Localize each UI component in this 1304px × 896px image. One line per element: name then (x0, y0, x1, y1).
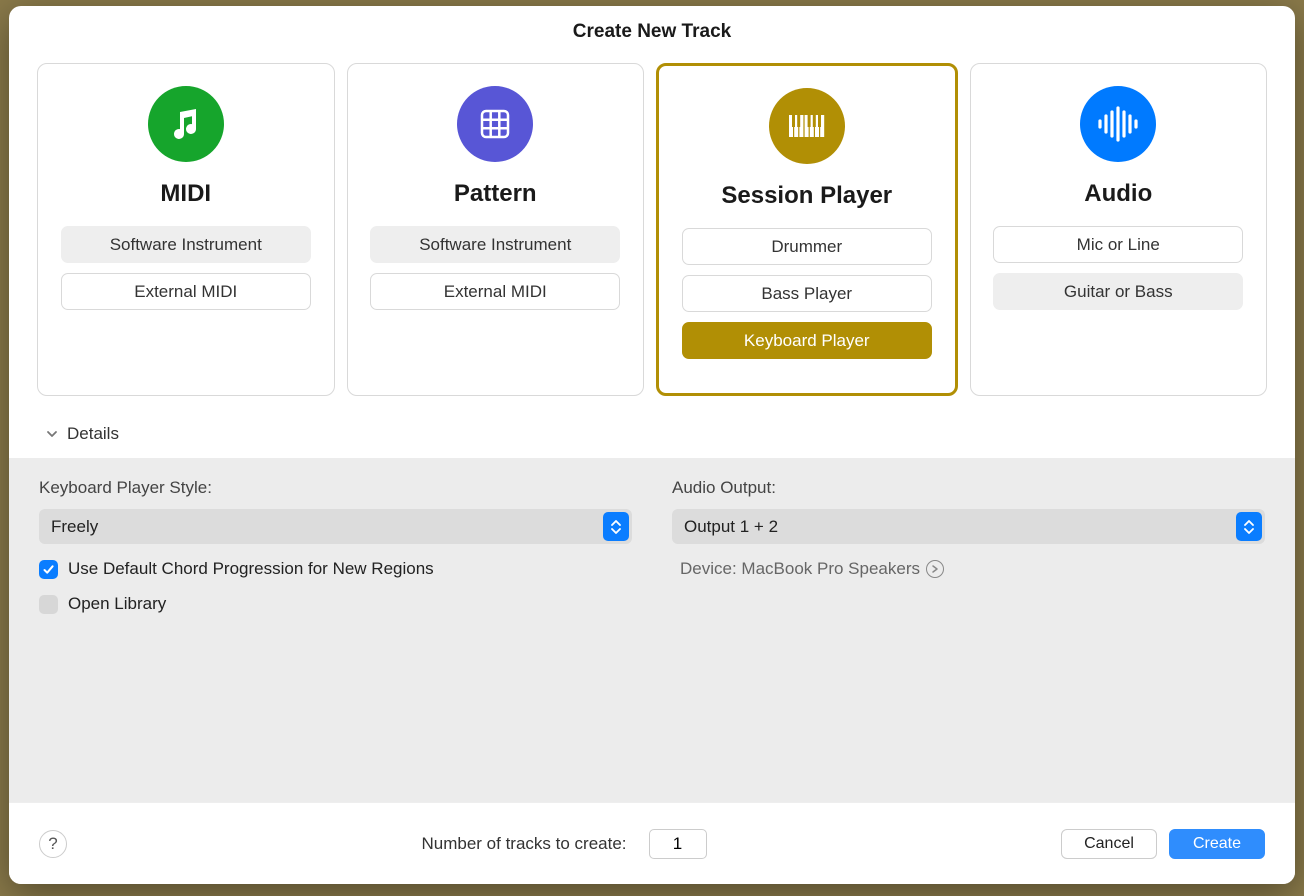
music-note-icon (148, 86, 224, 162)
create-button[interactable]: Create (1169, 829, 1265, 859)
audio-output-value: Output 1 + 2 (684, 517, 778, 537)
checkmark-icon (39, 560, 58, 579)
option-session-keyboard-player[interactable]: Keyboard Player (682, 322, 932, 359)
type-title-audio: Audio (1084, 180, 1152, 208)
checkbox-empty-icon (39, 595, 58, 614)
option-audio-guitar-or-bass[interactable]: Guitar or Bass (993, 273, 1243, 310)
dialog-title: Create New Track (9, 21, 1295, 43)
chevron-down-icon (45, 427, 59, 441)
option-pattern-external-midi[interactable]: External MIDI (370, 273, 620, 310)
option-session-drummer[interactable]: Drummer (682, 228, 932, 265)
keyboard-style-select[interactable]: Freely (39, 509, 632, 544)
keyboard-style-value: Freely (51, 517, 98, 537)
option-midi-software-instrument[interactable]: Software Instrument (61, 226, 311, 263)
arrow-right-circle-icon (926, 560, 944, 578)
type-title-session-player: Session Player (721, 182, 892, 210)
create-track-dialog: Create New Track MIDI Software Instrumen… (9, 6, 1295, 884)
type-card-midi[interactable]: MIDI Software Instrument External MIDI (37, 63, 335, 396)
checkbox-label: Use Default Chord Progression for New Re… (68, 559, 434, 579)
checkbox-default-chord-progression[interactable]: Use Default Chord Progression for New Re… (39, 559, 632, 579)
waveform-icon (1080, 86, 1156, 162)
audio-output-select[interactable]: Output 1 + 2 (672, 509, 1265, 544)
checkbox-open-library[interactable]: Open Library (39, 594, 632, 614)
type-card-session-player[interactable]: Session Player Drummer Bass Player Keybo… (656, 63, 958, 396)
type-title-pattern: Pattern (454, 180, 537, 208)
grid-icon (457, 86, 533, 162)
cancel-button[interactable]: Cancel (1061, 829, 1157, 859)
details-left-column: Keyboard Player Style: Freely Use Defaul… (39, 478, 632, 792)
type-card-audio[interactable]: Audio Mic or Line Guitar or Bass (970, 63, 1268, 396)
device-label: Device: MacBook Pro Speakers (680, 559, 920, 579)
type-title-midi: MIDI (160, 180, 211, 208)
details-label: Details (67, 424, 119, 444)
option-pattern-software-instrument[interactable]: Software Instrument (370, 226, 620, 263)
option-midi-external-midi[interactable]: External MIDI (61, 273, 311, 310)
select-stepper-icon (603, 512, 629, 541)
help-button[interactable]: ? (39, 830, 67, 858)
device-info[interactable]: Device: MacBook Pro Speakers (672, 559, 1265, 579)
dialog-footer: ? Number of tracks to create: Cancel Cre… (9, 802, 1295, 884)
num-tracks-label: Number of tracks to create: (421, 834, 626, 854)
details-right-column: Audio Output: Output 1 + 2 Device: MacBo… (672, 478, 1265, 792)
type-card-pattern[interactable]: Pattern Software Instrument External MID… (347, 63, 645, 396)
details-panel: Keyboard Player Style: Freely Use Defaul… (9, 458, 1295, 802)
option-session-bass-player[interactable]: Bass Player (682, 275, 932, 312)
option-audio-mic-or-line[interactable]: Mic or Line (993, 226, 1243, 263)
num-tracks-input[interactable] (649, 829, 707, 859)
track-type-row: MIDI Software Instrument External MIDI P… (9, 51, 1295, 404)
select-stepper-icon (1236, 512, 1262, 541)
keyboard-icon (769, 88, 845, 164)
titlebar: Create New Track (9, 6, 1295, 51)
checkbox-label: Open Library (68, 594, 166, 614)
keyboard-style-label: Keyboard Player Style: (39, 478, 632, 498)
details-toggle[interactable]: Details (9, 404, 1295, 458)
audio-output-label: Audio Output: (672, 478, 1265, 498)
